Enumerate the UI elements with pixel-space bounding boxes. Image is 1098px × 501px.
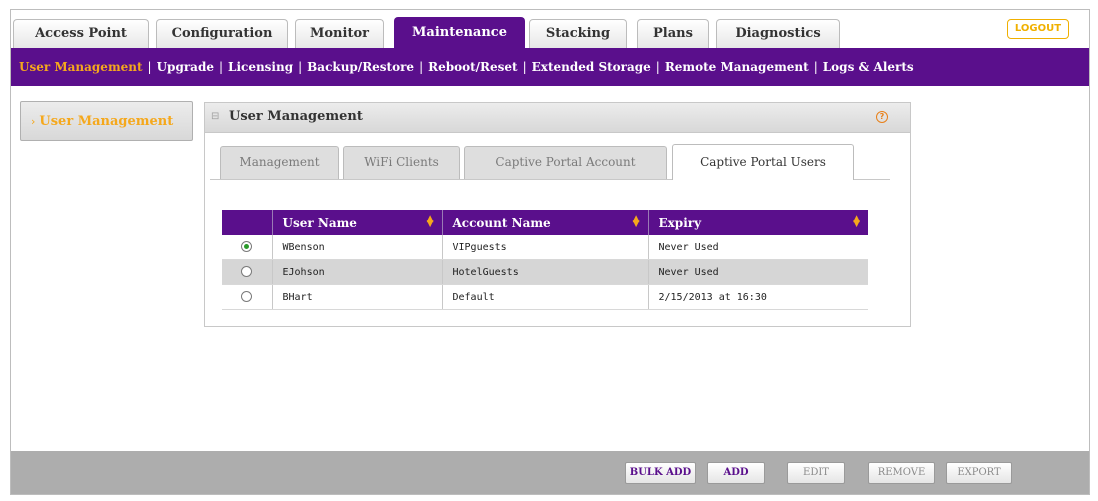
sort-icon[interactable]: ▲ ▼ <box>853 215 860 229</box>
subnav-extended-storage[interactable]: Extended Storage <box>532 60 651 74</box>
select-column-header <box>222 210 273 235</box>
user-name-cell: WBenson <box>272 235 443 260</box>
panel-header: ⊟ User Management ? <box>205 103 910 133</box>
expiry-cell: Never Used <box>648 235 868 260</box>
subnav-logs-alerts[interactable]: Logs & Alerts <box>823 60 914 74</box>
tab-access-point[interactable]: Access Point <box>13 19 149 48</box>
subnav-separator: | <box>813 60 818 74</box>
expiry-cell: 2/15/2013 at 16:30 <box>648 284 868 310</box>
subnav-separator: | <box>419 60 424 74</box>
subnav-user-management[interactable]: User Management <box>19 60 143 74</box>
panel-title: User Management <box>229 109 363 124</box>
logout-button[interactable]: LOGOUT <box>1007 19 1069 39</box>
user-name-cell: BHart <box>272 284 443 310</box>
radio-icon[interactable] <box>241 241 253 253</box>
column-header-expiry[interactable]: Expiry ▲ ▼ <box>648 210 868 235</box>
tab-stacking[interactable]: Stacking <box>529 19 627 48</box>
column-header-account-name[interactable]: Account Name ▲ ▼ <box>442 210 649 235</box>
sort-icon[interactable]: ▲ ▼ <box>633 215 640 229</box>
user-management-panel: ⊟ User Management ? Management WiFi Clie… <box>204 102 911 327</box>
subnav-remote-management[interactable]: Remote Management <box>665 60 809 74</box>
subnav-separator: | <box>147 60 152 74</box>
account-name-cell: Default <box>442 284 649 310</box>
subnav-separator: | <box>655 60 660 74</box>
expiry-cell: Never Used <box>648 259 868 285</box>
subnav-licensing[interactable]: Licensing <box>228 60 293 74</box>
help-icon[interactable]: ? <box>876 111 888 123</box>
table-row[interactable]: WBenson VIPguests Never Used <box>222 235 868 260</box>
action-bar: BULK ADD ADD EDIT REMOVE EXPORT <box>11 451 1089 494</box>
captive-portal-users-table: User Name ▲ ▼ Account Name ▲ ▼ Expiry ▲ ▼ <box>222 210 868 310</box>
tab-maintenance[interactable]: Maintenance <box>394 17 525 48</box>
tab-monitor[interactable]: Monitor <box>295 19 384 48</box>
tab-configuration[interactable]: Configuration <box>156 19 288 48</box>
add-button[interactable]: ADD <box>707 462 765 484</box>
column-header-label: User Name <box>282 215 357 230</box>
collapse-icon[interactable]: ⊟ <box>211 111 219 122</box>
column-header-label: Expiry <box>658 215 702 230</box>
row-select-cell <box>222 235 273 260</box>
tab-plans[interactable]: Plans <box>637 19 709 48</box>
subnav-backup-restore[interactable]: Backup/Restore <box>307 60 414 74</box>
table-row[interactable]: BHart Default 2/15/2013 at 16:30 <box>222 284 868 310</box>
remove-button[interactable]: REMOVE <box>868 462 935 484</box>
tab-captive-portal-users[interactable]: Captive Portal Users <box>672 144 854 180</box>
column-header-user-name[interactable]: User Name ▲ ▼ <box>272 210 443 235</box>
export-button[interactable]: EXPORT <box>946 462 1012 484</box>
subnav-separator: | <box>298 60 303 74</box>
subnav-reboot-reset[interactable]: Reboot/Reset <box>428 60 517 74</box>
column-header-label: Account Name <box>452 215 551 230</box>
account-name-cell: HotelGuests <box>442 259 649 285</box>
sidebar-item-label: User Management <box>39 113 174 129</box>
chevron-right-icon: › <box>31 114 36 128</box>
inner-tab-bar: Management WiFi Clients Captive Portal A… <box>210 140 890 180</box>
table-row[interactable]: EJohson HotelGuests Never Used <box>222 259 868 285</box>
tab-diagnostics[interactable]: Diagnostics <box>716 19 840 48</box>
tab-management[interactable]: Management <box>220 146 339 179</box>
edit-button[interactable]: EDIT <box>787 462 845 484</box>
bulk-add-button[interactable]: BULK ADD <box>625 462 696 484</box>
radio-icon[interactable] <box>241 291 253 303</box>
subnav-separator: | <box>218 60 224 74</box>
row-select-cell <box>222 259 273 285</box>
app-window: Access Point Configuration Monitor Maint… <box>10 9 1090 495</box>
subnav-separator: | <box>522 60 527 74</box>
sub-nav-bar: User Management | Upgrade | Licensing | … <box>11 48 1089 86</box>
tab-wifi-clients[interactable]: WiFi Clients <box>343 146 460 179</box>
radio-icon[interactable] <box>241 266 253 278</box>
tab-captive-portal-account[interactable]: Captive Portal Account <box>464 146 667 179</box>
table-header-row: User Name ▲ ▼ Account Name ▲ ▼ Expiry ▲ ▼ <box>222 210 868 235</box>
subnav-upgrade[interactable]: Upgrade <box>157 60 214 74</box>
sort-icon[interactable]: ▲ ▼ <box>427 215 434 229</box>
sidebar-item-user-management[interactable]: › User Management <box>20 101 193 141</box>
row-select-cell <box>222 284 273 310</box>
account-name-cell: VIPguests <box>442 235 649 260</box>
user-name-cell: EJohson <box>272 259 443 285</box>
top-tab-bar: Access Point Configuration Monitor Maint… <box>11 10 1089 48</box>
